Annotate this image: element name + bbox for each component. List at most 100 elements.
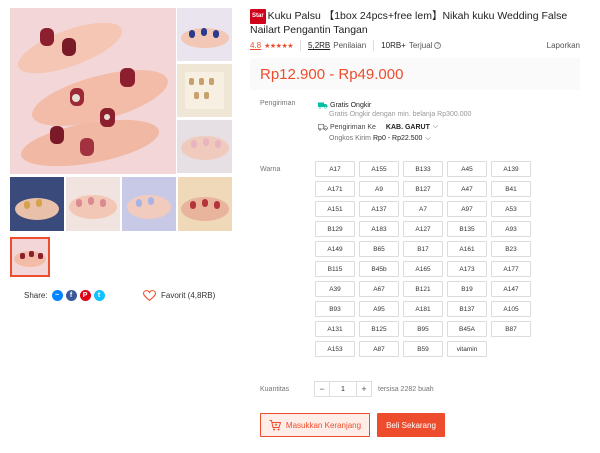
variant-option[interactable]: B95 bbox=[403, 321, 443, 337]
truck-icon bbox=[318, 124, 328, 131]
shipping-label: Pengiriman bbox=[260, 100, 296, 107]
help-icon[interactable]: ? bbox=[434, 42, 442, 49]
variant-option[interactable]: A9 bbox=[359, 181, 399, 197]
variant-option[interactable]: B41 bbox=[491, 181, 531, 197]
rating-stars-icon: ★★★★★ bbox=[264, 42, 294, 50]
variant-option[interactable]: B65 bbox=[359, 241, 399, 257]
variant-option[interactable]: A53 bbox=[491, 201, 531, 217]
variant-option[interactable]: B45A bbox=[447, 321, 487, 337]
variant-option[interactable]: B115 bbox=[315, 261, 355, 277]
thumbnail[interactable] bbox=[178, 177, 232, 231]
rating-value[interactable]: 4.8 bbox=[250, 41, 261, 50]
favorite-label: Favorit (4,8RB) bbox=[161, 291, 216, 300]
shipping-cost-value[interactable]: Rp0 - Rp22.500 bbox=[373, 135, 422, 143]
variant-option[interactable]: B19 bbox=[447, 281, 487, 297]
variant-option[interactable]: A131 bbox=[315, 321, 355, 337]
messenger-icon[interactable]: ~ bbox=[51, 290, 63, 301]
variant-option[interactable]: A149 bbox=[315, 241, 355, 257]
free-shipping-icon bbox=[318, 102, 328, 109]
variant-option[interactable]: A151 bbox=[315, 201, 355, 217]
share-label: Share: bbox=[24, 291, 48, 300]
variant-option[interactable]: A45 bbox=[447, 161, 487, 177]
thumbnail[interactable] bbox=[177, 64, 232, 117]
variant-option[interactable]: A137 bbox=[359, 201, 399, 217]
variant-option[interactable]: A87 bbox=[359, 341, 399, 357]
variant-option[interactable]: B23 bbox=[491, 241, 531, 257]
variant-option[interactable]: B59 bbox=[403, 341, 443, 357]
variant-option[interactable]: A139 bbox=[491, 161, 531, 177]
twitter-icon[interactable]: t bbox=[93, 290, 105, 301]
shipping-cost-label: Ongkos Kirim bbox=[329, 135, 372, 142]
quantity-minus-button[interactable]: − bbox=[314, 381, 330, 397]
variant-option[interactable]: B93 bbox=[315, 301, 355, 317]
variant-option[interactable]: A39 bbox=[315, 281, 355, 297]
pinterest-icon[interactable]: P bbox=[79, 290, 91, 301]
share-row: Share: ~ f P t bbox=[24, 290, 108, 301]
facebook-icon[interactable]: f bbox=[65, 290, 77, 301]
chevron-down-icon[interactable]: ⌵ bbox=[433, 123, 438, 131]
price-box: Rp12.900 - Rp49.000 bbox=[250, 58, 580, 90]
rating-label: Penilaian bbox=[333, 41, 367, 50]
variant-option[interactable]: A47 bbox=[447, 181, 487, 197]
variant-option[interactable]: A93 bbox=[491, 221, 531, 237]
thumbnail[interactable] bbox=[122, 177, 176, 231]
variant-option[interactable]: B127 bbox=[403, 181, 443, 197]
free-shipping-text: Gratis Ongkir bbox=[330, 101, 372, 109]
variant-options: A17 A155 B133 A45 A139 A171 A9 B127 A47 B41 A151 A1… bbox=[315, 161, 535, 357]
quantity-stepper: − 1 + bbox=[314, 381, 372, 397]
buy-now-button[interactable]: Beli Sekarang bbox=[377, 413, 445, 437]
chevron-down-icon[interactable]: ⌵ bbox=[425, 135, 430, 143]
thumbnail[interactable] bbox=[10, 177, 64, 231]
variant-option[interactable]: A95 bbox=[359, 301, 399, 317]
variant-option[interactable]: B87 bbox=[491, 321, 531, 337]
heart-icon bbox=[143, 290, 156, 301]
ship-to-label: Pengiriman Ke bbox=[330, 123, 376, 131]
add-to-cart-button[interactable]: Masukkan Keranjang bbox=[260, 413, 370, 437]
add-to-cart-label: Masukkan Keranjang bbox=[285, 420, 362, 430]
variant-option[interactable]: B129 bbox=[315, 221, 355, 237]
variant-option[interactable]: vitamin bbox=[447, 341, 487, 357]
variant-option[interactable]: A67 bbox=[359, 281, 399, 297]
sold-count: 10RB+ bbox=[381, 41, 406, 50]
variant-option[interactable]: A17 bbox=[315, 161, 355, 177]
main-product-image[interactable] bbox=[10, 8, 176, 174]
variant-option[interactable]: B45b bbox=[359, 261, 399, 277]
variant-option[interactable]: A127 bbox=[403, 221, 443, 237]
variant-option[interactable]: A177 bbox=[491, 261, 531, 277]
selected-thumbnail[interactable] bbox=[10, 237, 50, 277]
variant-option[interactable]: B133 bbox=[403, 161, 443, 177]
variant-option[interactable]: B17 bbox=[403, 241, 443, 257]
quantity-plus-button[interactable]: + bbox=[356, 381, 372, 397]
rating-count[interactable]: 5,2RB bbox=[308, 41, 330, 50]
variant-option[interactable]: A155 bbox=[359, 161, 399, 177]
variant-option[interactable]: A183 bbox=[359, 221, 399, 237]
variant-option[interactable]: A173 bbox=[447, 261, 487, 277]
variant-option[interactable]: A105 bbox=[491, 301, 531, 317]
shipping-info: Gratis Ongkir Gratis Ongkir dengan min. … bbox=[318, 101, 471, 143]
thumbnail[interactable] bbox=[177, 120, 232, 173]
side-thumbnails bbox=[177, 8, 232, 176]
variant-label: Warna bbox=[260, 166, 281, 173]
ship-to-value[interactable]: KAB. GARUT bbox=[386, 124, 430, 131]
divider bbox=[373, 40, 375, 51]
thumbnail[interactable] bbox=[177, 8, 232, 61]
variant-option[interactable]: A153 bbox=[315, 341, 355, 357]
variant-option[interactable]: B125 bbox=[359, 321, 399, 337]
favorite-button[interactable]: Favorit (4,8RB) bbox=[143, 290, 215, 301]
product-meta: 4.8 ★★★★★ 5,2RB Penilaian 10RB+ Terjual … bbox=[250, 40, 580, 51]
variant-option[interactable]: A181 bbox=[403, 301, 443, 317]
sold-label: Terjual bbox=[408, 41, 433, 50]
thumbnail[interactable] bbox=[66, 177, 120, 231]
variant-option[interactable]: B135 bbox=[447, 221, 487, 237]
free-shipping-note: Gratis Ongkir dengan min. belanja Rp300.… bbox=[329, 111, 472, 118]
variant-option[interactable]: A171 bbox=[315, 181, 355, 197]
variant-option[interactable]: A7 bbox=[403, 201, 443, 217]
report-link[interactable]: Laporkan bbox=[547, 41, 580, 50]
variant-option[interactable]: A147 bbox=[491, 281, 531, 297]
variant-option[interactable]: A97 bbox=[447, 201, 487, 217]
variant-option[interactable]: A161 bbox=[447, 241, 487, 257]
quantity-input[interactable]: 1 bbox=[330, 381, 356, 397]
variant-option[interactable]: A165 bbox=[403, 261, 443, 277]
variant-option[interactable]: B121 bbox=[403, 281, 443, 297]
variant-option[interactable]: B137 bbox=[447, 301, 487, 317]
